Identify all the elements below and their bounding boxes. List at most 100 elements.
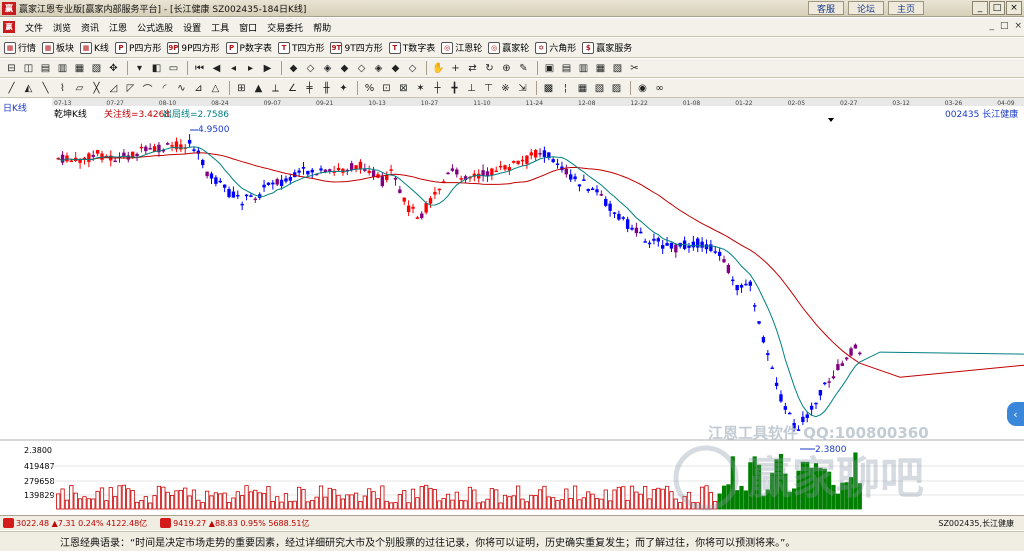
draw-tool-10-icon[interactable]: ◜ bbox=[157, 81, 172, 95]
chart-tool-21-icon[interactable]: ◈ bbox=[371, 61, 386, 75]
forum-link[interactable]: 论坛 bbox=[848, 1, 884, 15]
chart-tool-33-icon[interactable]: ▦ bbox=[593, 61, 608, 75]
chart-tool-5-icon[interactable]: ▦ bbox=[72, 61, 87, 75]
draw-tool-37-icon[interactable]: ∞ bbox=[652, 81, 667, 95]
chart-tool-10-icon[interactable]: ▭ bbox=[166, 61, 181, 75]
chart-tool-14-icon[interactable]: ▸ bbox=[243, 61, 258, 75]
chart-tool-11-icon[interactable]: ⏮ bbox=[192, 61, 207, 75]
draw-tool-31-icon[interactable]: ▩ bbox=[541, 81, 556, 95]
sz-index-quote[interactable]: 9419.27 ▲88.83 0.95% 5688.51亿 bbox=[173, 518, 309, 529]
draw-tool-23-icon[interactable]: ⊠ bbox=[396, 81, 411, 95]
toolbar-quote-button[interactable]: ▦ 行情 bbox=[4, 41, 36, 54]
draw-tool-20-icon[interactable]: ✦ bbox=[336, 81, 351, 95]
draw-tool-9-icon[interactable]: ⌒ bbox=[140, 81, 155, 96]
toolbar-p-square-button[interactable]: P P四方形 bbox=[114, 41, 161, 54]
draw-tool-24-icon[interactable]: ✶ bbox=[413, 81, 428, 95]
chart-tool-2-icon[interactable]: ◫ bbox=[21, 61, 36, 75]
draw-tool-26-icon[interactable]: ╋ bbox=[447, 81, 462, 95]
draw-tool-16-icon[interactable]: ⟂ bbox=[268, 81, 283, 95]
draw-tool-8-icon[interactable]: ◸ bbox=[123, 81, 138, 95]
draw-tool-34-icon[interactable]: ▧ bbox=[592, 81, 607, 95]
close-button[interactable]: × bbox=[1006, 1, 1022, 15]
menu-info[interactable]: 资讯 bbox=[76, 21, 104, 34]
draw-tool-5-icon[interactable]: ▱ bbox=[72, 81, 87, 95]
chart-tool-17-icon[interactable]: ◇ bbox=[303, 61, 318, 75]
menu-trade[interactable]: 交易委托 bbox=[262, 21, 308, 34]
chart-tool-1-icon[interactable]: ⊟ bbox=[4, 61, 19, 75]
kline-chart-area[interactable]: 07-13 07-27 08-10 08-24 09-07 09-21 10-13 10-27… bbox=[0, 98, 1024, 515]
chart-tool-29-icon[interactable]: ✎ bbox=[516, 61, 531, 75]
draw-tool-11-icon[interactable]: ∿ bbox=[174, 81, 189, 95]
menu-settings[interactable]: 设置 bbox=[178, 21, 206, 34]
menu-browse[interactable]: 浏览 bbox=[48, 21, 76, 34]
menu-tools[interactable]: 工具 bbox=[206, 21, 234, 34]
toolbar-9p-square-button[interactable]: 9P 9P四方形 bbox=[167, 41, 220, 54]
toolbar-kline-button[interactable]: ▦ K线 bbox=[80, 41, 109, 54]
chart-tool-8-icon[interactable]: ▾ bbox=[132, 61, 147, 75]
mdi-minimize-button[interactable]: _ bbox=[989, 21, 994, 31]
draw-tool-12-icon[interactable]: ⊿ bbox=[191, 81, 206, 95]
chart-tool-30-icon[interactable]: ▣ bbox=[542, 61, 557, 75]
toolbar-p-table-button[interactable]: P P数字表 bbox=[225, 41, 272, 54]
chart-tool-25-icon[interactable]: + bbox=[448, 61, 463, 75]
menu-help[interactable]: 帮助 bbox=[308, 21, 336, 34]
draw-tool-22-icon[interactable]: ⊡ bbox=[379, 81, 394, 95]
toolbar-t-square-button[interactable]: T T四方形 bbox=[277, 41, 324, 54]
draw-tool-21-icon[interactable]: % bbox=[362, 81, 377, 95]
draw-tool-7-icon[interactable]: ◿ bbox=[106, 81, 121, 95]
chart-tool-35-icon[interactable]: ✂ bbox=[627, 61, 642, 75]
mdi-restore-button[interactable]: □ bbox=[1000, 21, 1009, 31]
chart-tool-27-icon[interactable]: ↻ bbox=[482, 61, 497, 75]
draw-tool-25-icon[interactable]: ┼ bbox=[430, 81, 445, 95]
chart-tool-3-icon[interactable]: ▤ bbox=[38, 61, 53, 75]
sh-index-quote[interactable]: 3022.48 ▲7.31 0.24% 4122.48亿 bbox=[16, 518, 147, 529]
draw-tool-32-icon[interactable]: ¦ bbox=[558, 81, 573, 95]
draw-tool-30-icon[interactable]: ⇲ bbox=[515, 81, 530, 95]
maximize-button[interactable]: □ bbox=[989, 1, 1005, 15]
draw-tool-33-icon[interactable]: ▦ bbox=[575, 81, 590, 95]
chart-tool-20-icon[interactable]: ◇ bbox=[354, 61, 369, 75]
draw-tool-3-icon[interactable]: ╲ bbox=[38, 81, 53, 95]
chart-tool-28-icon[interactable]: ⊕ bbox=[499, 61, 514, 75]
menu-window[interactable]: 窗口 bbox=[234, 21, 262, 34]
dropdown-marker-icon[interactable] bbox=[828, 118, 834, 122]
toolbar-9t-square-button[interactable]: 9T 9T四方形 bbox=[330, 41, 383, 54]
chart-tool-19-icon[interactable]: ◆ bbox=[337, 61, 352, 75]
chart-tool-34-icon[interactable]: ▧ bbox=[610, 61, 625, 75]
draw-tool-29-icon[interactable]: ※ bbox=[498, 81, 513, 95]
toolbar-winner-wheel-button[interactable]: ◎ 赢家轮 bbox=[488, 41, 529, 54]
menu-file[interactable]: 文件 bbox=[20, 21, 48, 34]
side-expand-button[interactable]: ‹ bbox=[1007, 402, 1024, 426]
draw-tool-1-icon[interactable]: ╱ bbox=[4, 81, 19, 95]
chart-tool-6-icon[interactable]: ▧ bbox=[89, 61, 104, 75]
chart-tool-15-icon[interactable]: ▶ bbox=[260, 61, 275, 75]
draw-tool-15-icon[interactable]: ▲ bbox=[251, 81, 266, 95]
chart-tool-18-icon[interactable]: ◈ bbox=[320, 61, 335, 75]
draw-tool-4-icon[interactable]: ⌇ bbox=[55, 81, 70, 95]
draw-tool-14-icon[interactable]: ⊞ bbox=[234, 81, 249, 95]
chart-tool-23-icon[interactable]: ◇ bbox=[405, 61, 420, 75]
draw-tool-2-icon[interactable]: ◭ bbox=[21, 81, 36, 95]
chart-tool-22-icon[interactable]: ◆ bbox=[388, 61, 403, 75]
toolbar-hexagon-button[interactable]: ✡ 六角形 bbox=[535, 41, 576, 54]
chart-tool-9-icon[interactable]: ◧ bbox=[149, 61, 164, 75]
toolbar-gann-wheel-button[interactable]: ◎ 江恩轮 bbox=[441, 41, 482, 54]
chart-tool-32-icon[interactable]: ▥ bbox=[576, 61, 591, 75]
chart-tool-13-icon[interactable]: ◂ bbox=[226, 61, 241, 75]
chart-tool-4-icon[interactable]: ▥ bbox=[55, 61, 70, 75]
chart-tool-16-icon[interactable]: ◆ bbox=[286, 61, 301, 75]
draw-tool-28-icon[interactable]: ⊤ bbox=[481, 81, 496, 95]
chart-tool-31-icon[interactable]: ▤ bbox=[559, 61, 574, 75]
customer-service-link[interactable]: 客服 bbox=[808, 1, 844, 15]
toolbar-t-table-button[interactable]: T T数字表 bbox=[388, 41, 435, 54]
mdi-close-button[interactable]: × bbox=[1014, 21, 1022, 31]
homepage-link[interactable]: 主页 bbox=[888, 1, 924, 15]
draw-tool-17-icon[interactable]: ∠ bbox=[285, 81, 300, 95]
chart-tool-12-icon[interactable]: ◀ bbox=[209, 61, 224, 75]
draw-tool-13-icon[interactable]: △ bbox=[208, 81, 223, 95]
draw-tool-6-icon[interactable]: ╳ bbox=[89, 81, 104, 95]
toolbar-service-button[interactable]: $ 赢家服务 bbox=[582, 41, 632, 54]
draw-tool-27-icon[interactable]: ⊥ bbox=[464, 81, 479, 95]
draw-tool-18-icon[interactable]: ╪ bbox=[302, 81, 317, 95]
draw-tool-36-icon[interactable]: ◉ bbox=[635, 81, 650, 95]
